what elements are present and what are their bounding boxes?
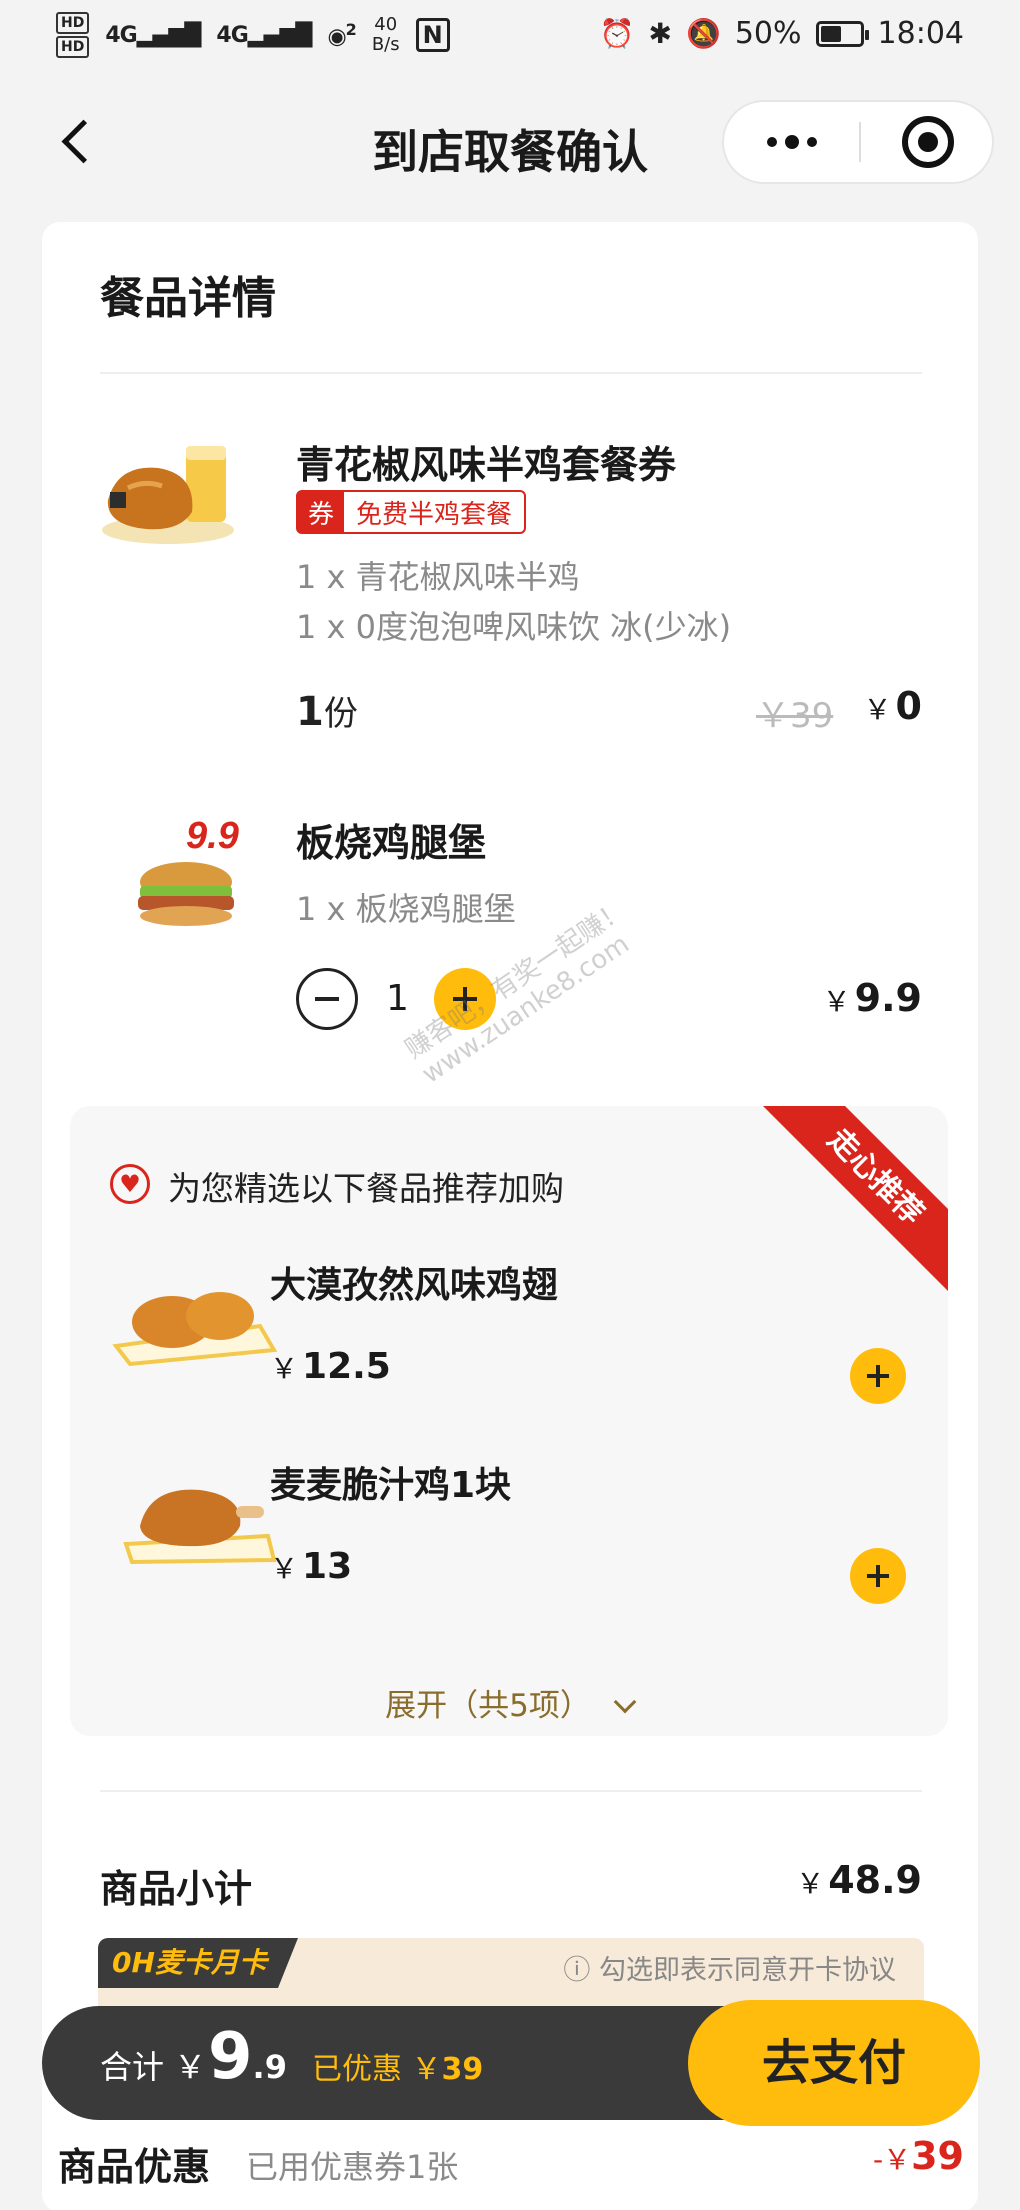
recommend-item-price: ￥ 13 [270,1546,352,1587]
status-bar-left: HD HD 4G▂▄▆█ 4G▂▄▆█ ◉2 40 B/s N [56,12,450,58]
expand-button[interactable]: 展开（共5项） [70,1680,948,1725]
currency-symbol: ￥ [270,1552,299,1585]
item-detail-line: 1 x 板烧鸡腿堡 [296,890,516,928]
more-dot-icon [806,137,817,147]
coupon-tag-icon: 券 [298,492,345,532]
alarm-icon: ⏰ [599,17,635,50]
quantity-unit: 份 [323,694,358,734]
total-decimal: .9 [252,2048,287,2086]
checkout-bar: 合计 ￥ 9.9 已优惠 ￥39 去支付 [42,2000,980,2126]
item-detail-line: 1 x 0度泡泡啤风味饮 冰(少冰) [296,608,732,646]
speed-value: 40 [374,14,398,35]
miniprogram-capsule [722,100,994,184]
discount-prefix: -￥ [873,2143,912,2176]
expand-label: 展开（共5项） [385,1688,591,1724]
coupon-tag-text: 免费半鸡套餐 [356,499,513,530]
more-button[interactable] [724,102,859,182]
discount-value: -￥39 [873,2134,964,2178]
section-title: 餐品详情 [100,273,276,324]
item-price-value: 0 [895,684,922,728]
recommend-item-name: 大漠孜然风味鸡翅 [270,1265,559,1306]
battery-fill [820,25,841,42]
signal1-icon: 4G▂▄▆█ [105,22,201,48]
currency-symbol: ￥ [270,1352,299,1385]
saved-amount: 已优惠 ￥39 [312,2044,483,2088]
quantity-number: 1 [296,689,324,735]
item-price-value: 9.9 [854,976,922,1020]
battery-percent: 50% [734,16,802,51]
signal2-icon: 4G▂▄▆█ [216,22,312,48]
discount-amount: 39 [911,2134,964,2178]
recommend-panel: 走心推荐 ♥ 为您精选以下餐品推荐加购 大漠孜然风味鸡翅 ￥ 12.5 麦麦脆汁鸡… [70,1106,948,1736]
price-badge: 9.9 [186,815,239,857]
hd-indicator: HD HD [56,12,90,58]
signal2-label: 4G [216,22,248,48]
mute-icon: 🔕 [685,17,721,50]
item-name: 板烧鸡腿堡 [296,821,487,865]
saved-label: 已优惠 ￥ [312,2052,442,2087]
burger-image: 9.9 [138,815,239,926]
wifi-number: 2 [345,20,357,40]
saved-value: 39 [441,2052,484,2087]
half-chicken-meal-image [102,446,234,544]
item-price: ￥ 0 [864,684,922,728]
heart-icon: ♥ [110,1164,150,1204]
currency-symbol: ￥ [796,1867,825,1900]
signal1-label: 4G [105,22,137,48]
subtotal-label: 商品小计 [100,1867,253,1911]
recommend-item-price-value: 13 [302,1546,353,1587]
speed-unit: B/s [371,34,400,55]
recommend-title: 为您精选以下餐品推荐加购 [168,1169,564,1208]
recommend-item-price-value: 12.5 [302,1346,391,1387]
divider [100,372,922,374]
chevron-down-icon [613,1690,637,1714]
item-quantity: 1份 [296,686,358,735]
total-label: 合计 ￥ [100,2048,207,2086]
discount-label: 商品优惠 [58,2145,211,2189]
currency-symbol: ￥ [822,985,851,1018]
nfc-icon: N [415,18,450,52]
bluetooth-icon: ✱ [648,17,672,50]
crispy-chicken-image [123,1489,277,1565]
hd1-icon: HD [56,12,90,34]
chicken-wing-image [112,1292,278,1366]
subtotal-value: ￥ 48.9 [796,1858,922,1902]
capsule-divider [859,122,861,162]
clock: 18:04 [877,16,964,51]
mccard-logo: 0H麦卡月卡 [98,1938,298,1988]
status-bar-right: ⏰ ✱ 🔕 50% 18:04 [600,16,964,51]
more-dot-icon [766,137,777,147]
status-bar: HD HD 4G▂▄▆█ 4G▂▄▆█ ◉2 40 B/s N ⏰ ✱ 🔕 50… [0,0,1020,72]
recommend-item-name: 麦麦脆汁鸡1块 [270,1465,512,1506]
wifi-icon: ◉2 [327,20,357,50]
total-integer: 9 [208,2020,253,2094]
hd2-icon: HD [56,36,90,58]
currency-symbol: ￥ [863,693,892,726]
coupon-tag: 券 免费半鸡套餐 [296,490,527,534]
subtotal-amount: 48.9 [828,1858,922,1902]
quantity-value: 1 [386,978,409,1019]
discount-sub: 已用优惠券1张 [246,2148,459,2186]
mccard-agreement-text[interactable]: ⓘ 勾选即表示同意开卡协议 [563,1948,896,1987]
item-detail-line: 1 x 青花椒风味半鸡 [296,558,580,596]
item-price: ￥ 9.9 [823,976,922,1020]
network-speed: 40 B/s [372,15,400,55]
recommend-item-price: ￥ 12.5 [270,1346,391,1387]
item-name: 青花椒风味半鸡套餐券 [296,443,677,487]
more-dot-icon [784,135,799,149]
nav-bar: 到店取餐确认 [0,72,1020,220]
divider [100,1790,922,1792]
original-price: ￥39 [756,696,834,736]
close-miniprogram-icon[interactable] [902,116,954,168]
battery-icon [815,20,869,47]
add-recommend-button[interactable] [850,1348,906,1404]
recommend-ribbon: 走心推荐 [759,1106,948,1293]
add-recommend-button[interactable] [850,1548,906,1604]
total-amount: 9.9 [208,2020,287,2094]
pay-button[interactable]: 去支付 [688,2000,980,2126]
decrease-quantity-button[interactable] [296,968,358,1030]
